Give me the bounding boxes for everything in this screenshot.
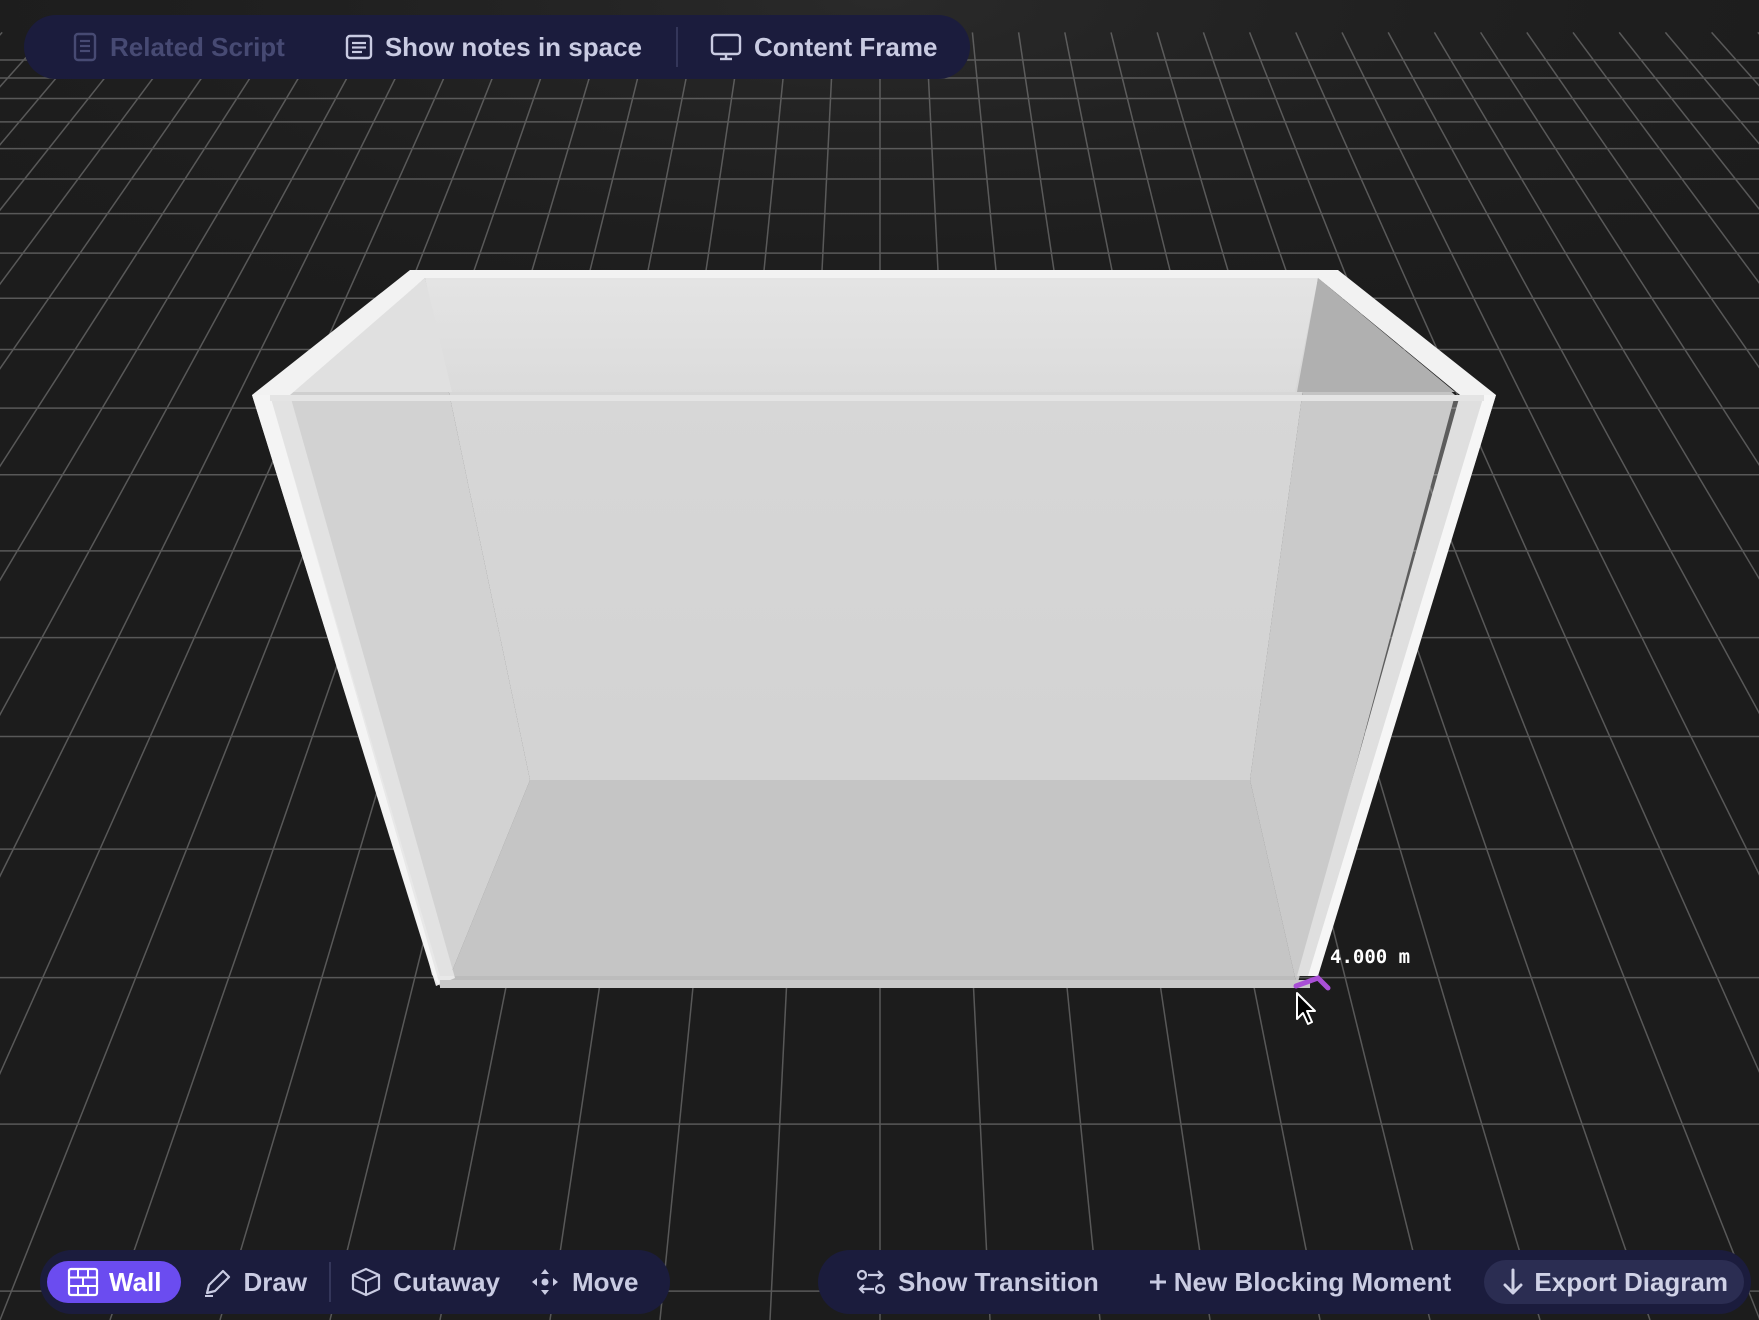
pencil-icon — [205, 1269, 231, 1297]
new-blocking-moment-button[interactable]: New Blocking Moment — [1148, 1267, 1451, 1298]
blocking-toolbar: Show Transition New Blocking Moment Expo… — [818, 1250, 1751, 1314]
move-tool-label: Move — [571, 1266, 639, 1297]
show-transition-label: Show Transition — [898, 1266, 1099, 1297]
wall-tool-label: Wall — [109, 1266, 162, 1297]
toolbar-divider — [676, 27, 678, 67]
content-frame-label: Content Frame — [754, 31, 938, 62]
arrow-down-icon — [1503, 1268, 1523, 1295]
plus-icon — [1149, 1274, 1166, 1290]
new-blocking-moment-label: New Blocking Moment — [1173, 1266, 1452, 1297]
back-wall-top — [425, 278, 1318, 392]
move-arrows-icon — [531, 1269, 558, 1295]
wall-tool-button[interactable]: Wall — [47, 1261, 182, 1303]
related-script-label: Related Script — [110, 31, 285, 62]
scene-viewport[interactable] — [0, 0, 1759, 1320]
monitor-icon — [710, 33, 742, 61]
draw-tool-label: Draw — [243, 1266, 308, 1297]
cutaway-tool-label: Cutaway — [393, 1266, 500, 1297]
related-script-button[interactable]: Related Script — [72, 32, 285, 63]
tool-mode-toolbar: Wall Draw Cutaway Move — [40, 1250, 670, 1314]
top-toolbar: Related Script Show notes in space Conte… — [24, 15, 970, 79]
front-glass — [270, 395, 1484, 976]
notes-list-icon — [345, 34, 373, 60]
brick-wall-icon — [67, 1267, 99, 1297]
show-notes-label: Show notes in space — [384, 31, 642, 62]
move-tool-button[interactable]: Move — [530, 1267, 638, 1298]
show-notes-button[interactable]: Show notes in space — [345, 32, 642, 63]
room-box[interactable] — [252, 270, 1496, 988]
export-diagram-label: Export Diagram — [1534, 1266, 1728, 1297]
cutaway-tool-button[interactable]: Cutaway — [351, 1267, 500, 1298]
measurement-label: 4.000 m — [1330, 946, 1411, 968]
transition-icon — [856, 1269, 886, 1295]
draw-tool-button[interactable]: Draw — [203, 1267, 307, 1298]
export-diagram-button[interactable]: Export Diagram — [1484, 1260, 1744, 1304]
show-transition-button[interactable]: Show Transition — [856, 1267, 1099, 1298]
content-frame-button[interactable]: Content Frame — [710, 32, 937, 63]
document-icon — [73, 32, 97, 62]
cube-cutaway-icon — [351, 1267, 381, 1297]
toolbar-divider — [329, 1262, 332, 1302]
